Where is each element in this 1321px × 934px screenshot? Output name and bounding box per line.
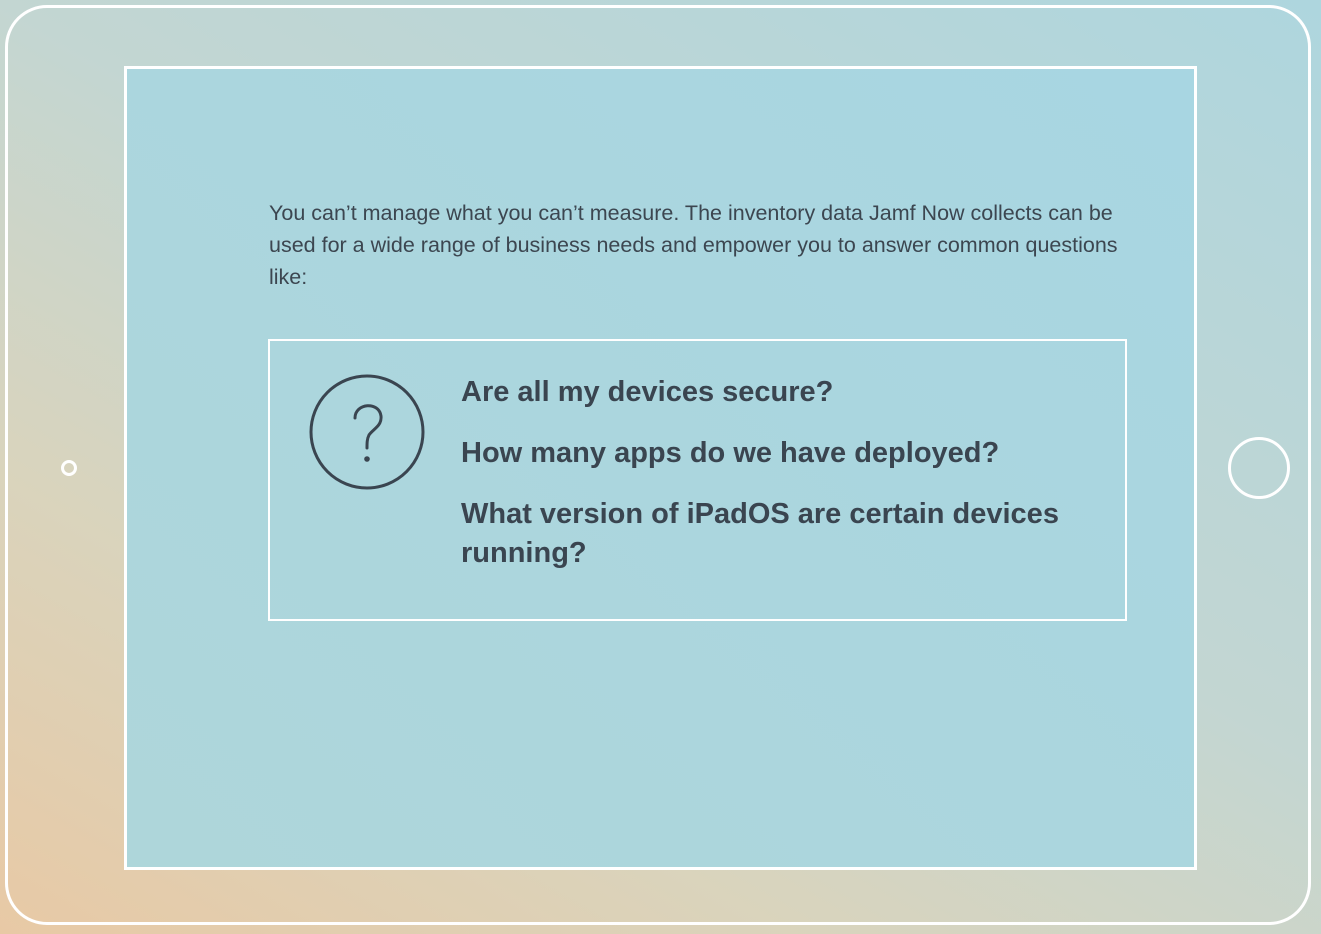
home-button[interactable] <box>1228 437 1290 499</box>
questions-box: Are all my devices secure? How many apps… <box>268 339 1127 621</box>
intro-paragraph: You can’t manage what you can’t measure.… <box>269 201 1118 289</box>
tablet-screen: You can’t manage what you can’t measure.… <box>124 66 1197 870</box>
question-item: Are all my devices secure? <box>461 376 834 408</box>
question-list: Are all my devices secure? How many apps… <box>461 373 1101 595</box>
question-item: How many apps do we have deployed? <box>461 437 1000 469</box>
question-mark-circle-icon <box>309 374 425 490</box>
question-item: What version of iPadOS are certain devic… <box>461 498 1059 569</box>
camera-icon <box>61 460 77 476</box>
